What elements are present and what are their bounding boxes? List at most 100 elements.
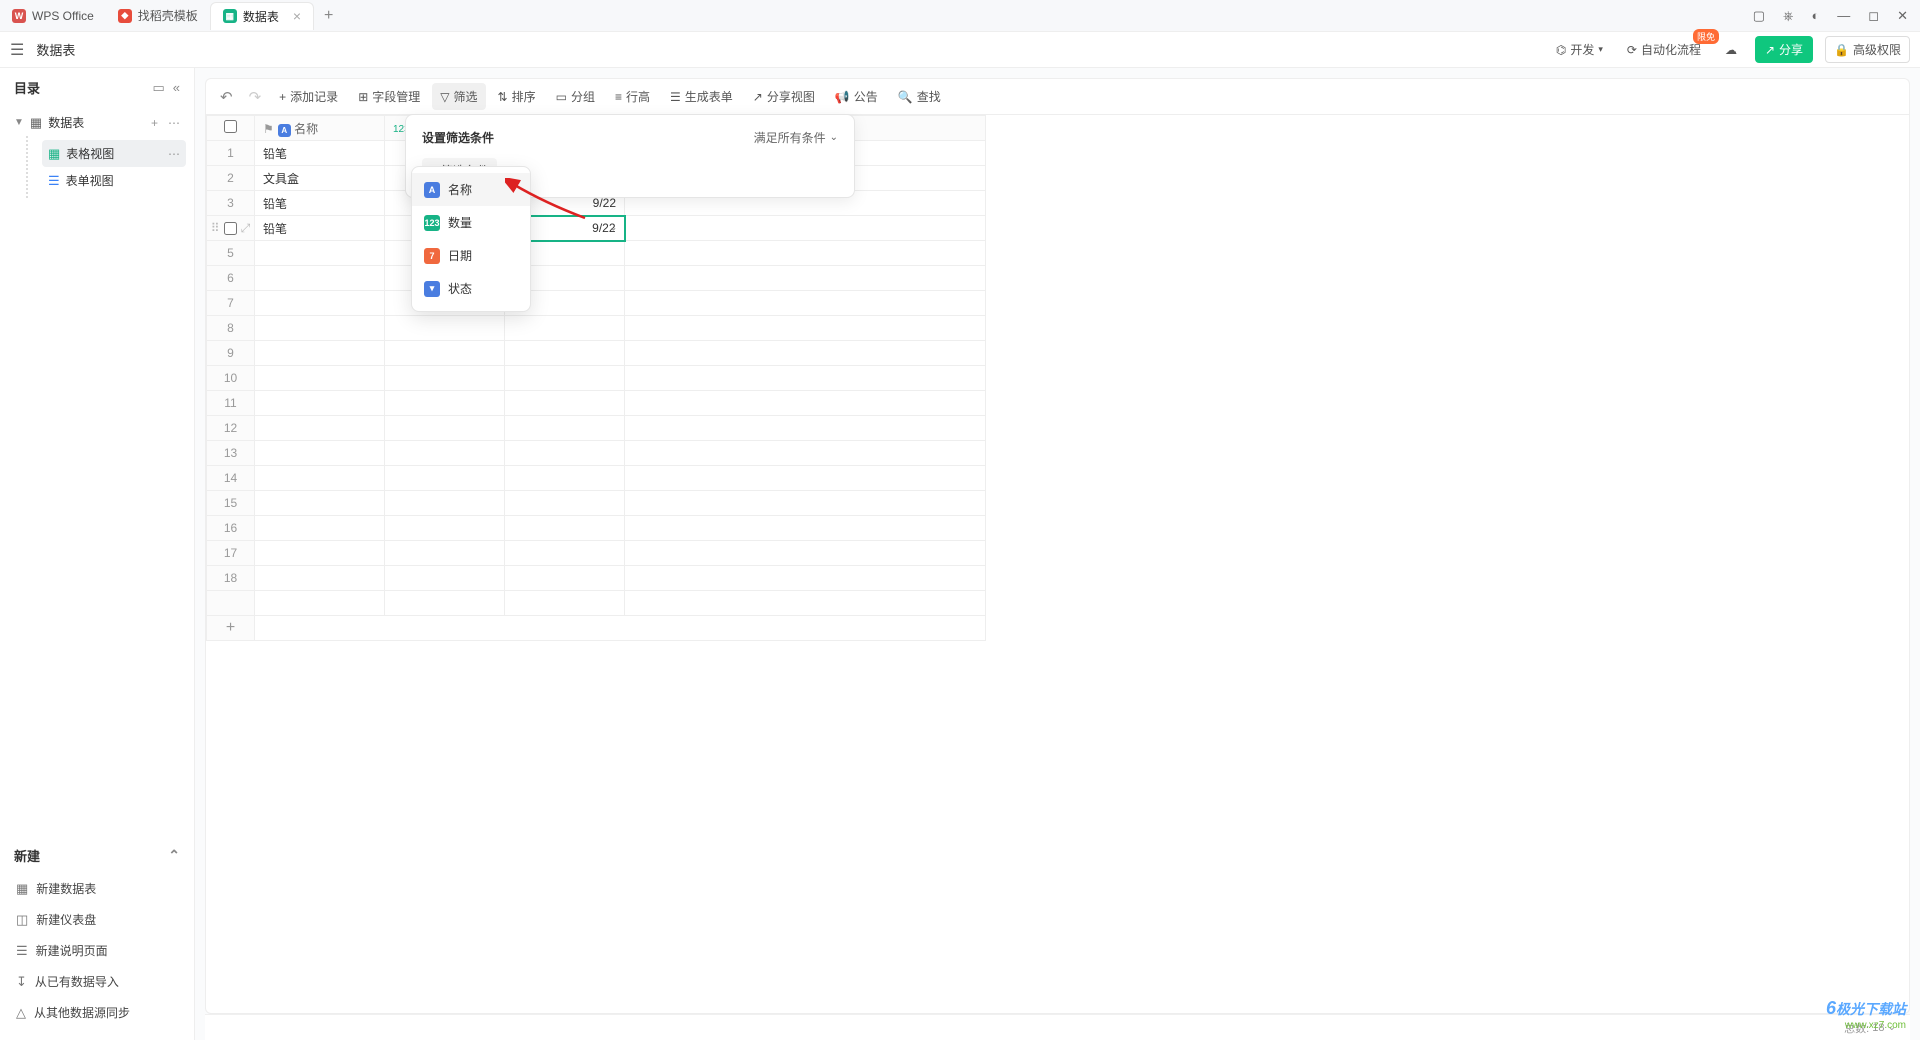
col-header-name[interactable]: ⚑A 名称 — [255, 116, 385, 141]
cell[interactable] — [505, 516, 625, 541]
cell[interactable] — [625, 366, 986, 391]
cell[interactable] — [255, 541, 385, 566]
close-icon[interactable]: × — [293, 8, 301, 24]
find-button[interactable]: 🔍查找 — [890, 83, 949, 110]
table-row[interactable]: 13 — [207, 441, 986, 466]
cell[interactable] — [505, 566, 625, 591]
cell[interactable] — [255, 266, 385, 291]
table-row[interactable]: 12 — [207, 416, 986, 441]
automation-button[interactable]: ⟳ 自动化流程 — [1621, 37, 1707, 62]
minimize-button[interactable]: — — [1837, 8, 1850, 23]
undo-button[interactable]: ↶ — [214, 84, 239, 110]
cell[interactable] — [505, 416, 625, 441]
cell[interactable] — [385, 566, 505, 591]
cell[interactable] — [625, 491, 986, 516]
cell[interactable] — [255, 391, 385, 416]
sidebar-item-table-view[interactable]: ▦ 表格视图 ⋯ — [42, 140, 186, 167]
cell[interactable] — [385, 591, 505, 616]
field-option-status[interactable]: ▾状态 — [412, 272, 530, 305]
tree-root-data-table[interactable]: ▼ ▦ 数据表 + ⋯ — [8, 109, 186, 136]
close-button[interactable]: ✕ — [1897, 8, 1908, 24]
field-option-date[interactable]: 7日期 — [412, 239, 530, 272]
group-button[interactable]: ▭分组 — [548, 83, 603, 110]
cell[interactable] — [625, 241, 986, 266]
table-row[interactable]: 17 — [207, 541, 986, 566]
cell[interactable] — [505, 316, 625, 341]
cell[interactable] — [505, 366, 625, 391]
tab-data-table[interactable]: ▦ 数据表 × — [210, 2, 314, 30]
cell[interactable] — [505, 341, 625, 366]
cell[interactable] — [625, 291, 986, 316]
notice-button[interactable]: 📢公告 — [827, 83, 886, 110]
maximize-button[interactable]: ◻ — [1868, 8, 1879, 24]
new-section-header[interactable]: 新建 ⌃ — [14, 838, 180, 873]
dev-button[interactable]: ⌬ 开发 ▾ — [1550, 37, 1609, 62]
cell[interactable] — [255, 466, 385, 491]
share-button[interactable]: ↗ 分享 — [1755, 36, 1813, 63]
cell[interactable] — [505, 391, 625, 416]
layout-icon[interactable]: ▭ — [152, 80, 164, 96]
cell[interactable] — [625, 591, 986, 616]
table-row[interactable]: 7 — [207, 291, 986, 316]
cell[interactable] — [625, 516, 986, 541]
cell-name[interactable]: 铅笔 — [255, 191, 385, 216]
user-icon[interactable]: ◐ — [1811, 8, 1819, 23]
cell[interactable] — [255, 291, 385, 316]
cube-icon[interactable]: ⎈ — [1783, 8, 1793, 24]
table-row[interactable]: ⠿⤢铅笔9/22⌄ — [207, 216, 986, 241]
table-row[interactable]: 5 — [207, 241, 986, 266]
redo-button[interactable]: ↷ — [243, 84, 268, 110]
field-option-name[interactable]: A名称 — [412, 173, 530, 206]
cell[interactable] — [255, 591, 385, 616]
cell[interactable] — [505, 491, 625, 516]
cell[interactable] — [255, 441, 385, 466]
cell[interactable] — [505, 441, 625, 466]
cell[interactable] — [625, 566, 986, 591]
drag-icon[interactable]: ⠿ — [211, 221, 220, 235]
select-all-header[interactable] — [207, 116, 255, 141]
field-option-quantity[interactable]: 123数量 — [412, 206, 530, 239]
cell[interactable] — [385, 416, 505, 441]
panel-icon[interactable]: ▢ — [1753, 8, 1765, 24]
cell[interactable] — [625, 316, 986, 341]
row-actions[interactable]: ⠿⤢ — [207, 216, 255, 241]
table-row[interactable]: 9 — [207, 341, 986, 366]
cell[interactable] — [385, 516, 505, 541]
match-mode-dropdown[interactable]: 满足所有条件 ⌄ — [754, 129, 838, 146]
tab-find-template[interactable]: ◆ 找稻壳模板 — [106, 2, 210, 30]
add-record-button[interactable]: +添加记录 — [271, 83, 346, 110]
menu-icon[interactable]: ☰ — [10, 40, 24, 60]
new-doc-link[interactable]: ☰新建说明页面 — [14, 935, 180, 966]
sidebar-item-form-view[interactable]: ☰ 表单视图 — [42, 167, 186, 194]
cell-name[interactable]: 铅笔 — [255, 141, 385, 166]
cell[interactable] — [625, 266, 986, 291]
table-row-empty[interactable] — [207, 591, 986, 616]
expand-icon[interactable]: ⤢ — [241, 221, 251, 236]
cell[interactable] — [625, 341, 986, 366]
table-row[interactable]: 11 — [207, 391, 986, 416]
share-view-button[interactable]: ↗分享视图 — [745, 83, 823, 110]
cell[interactable] — [625, 216, 986, 241]
cell[interactable] — [255, 516, 385, 541]
cell-name[interactable]: 文具盒 — [255, 166, 385, 191]
table-row[interactable]: 15 — [207, 491, 986, 516]
table-row[interactable]: 6 — [207, 266, 986, 291]
table-row[interactable]: 14 — [207, 466, 986, 491]
add-icon[interactable]: + — [151, 116, 158, 130]
table-row[interactable]: 10 — [207, 366, 986, 391]
cell[interactable] — [255, 416, 385, 441]
select-all-checkbox[interactable] — [224, 120, 237, 133]
add-row-button[interactable]: + — [207, 616, 986, 641]
cell[interactable] — [385, 541, 505, 566]
cell[interactable] — [255, 366, 385, 391]
table-row[interactable]: 18 — [207, 566, 986, 591]
cell[interactable] — [505, 466, 625, 491]
cell[interactable] — [255, 316, 385, 341]
cell[interactable] — [625, 416, 986, 441]
more-icon[interactable]: ⋯ — [168, 116, 180, 130]
cell[interactable] — [505, 541, 625, 566]
table-row[interactable]: 16 — [207, 516, 986, 541]
table-row[interactable]: 8 — [207, 316, 986, 341]
row-checkbox[interactable] — [224, 222, 237, 235]
filter-button[interactable]: ▽筛选 — [432, 83, 485, 110]
